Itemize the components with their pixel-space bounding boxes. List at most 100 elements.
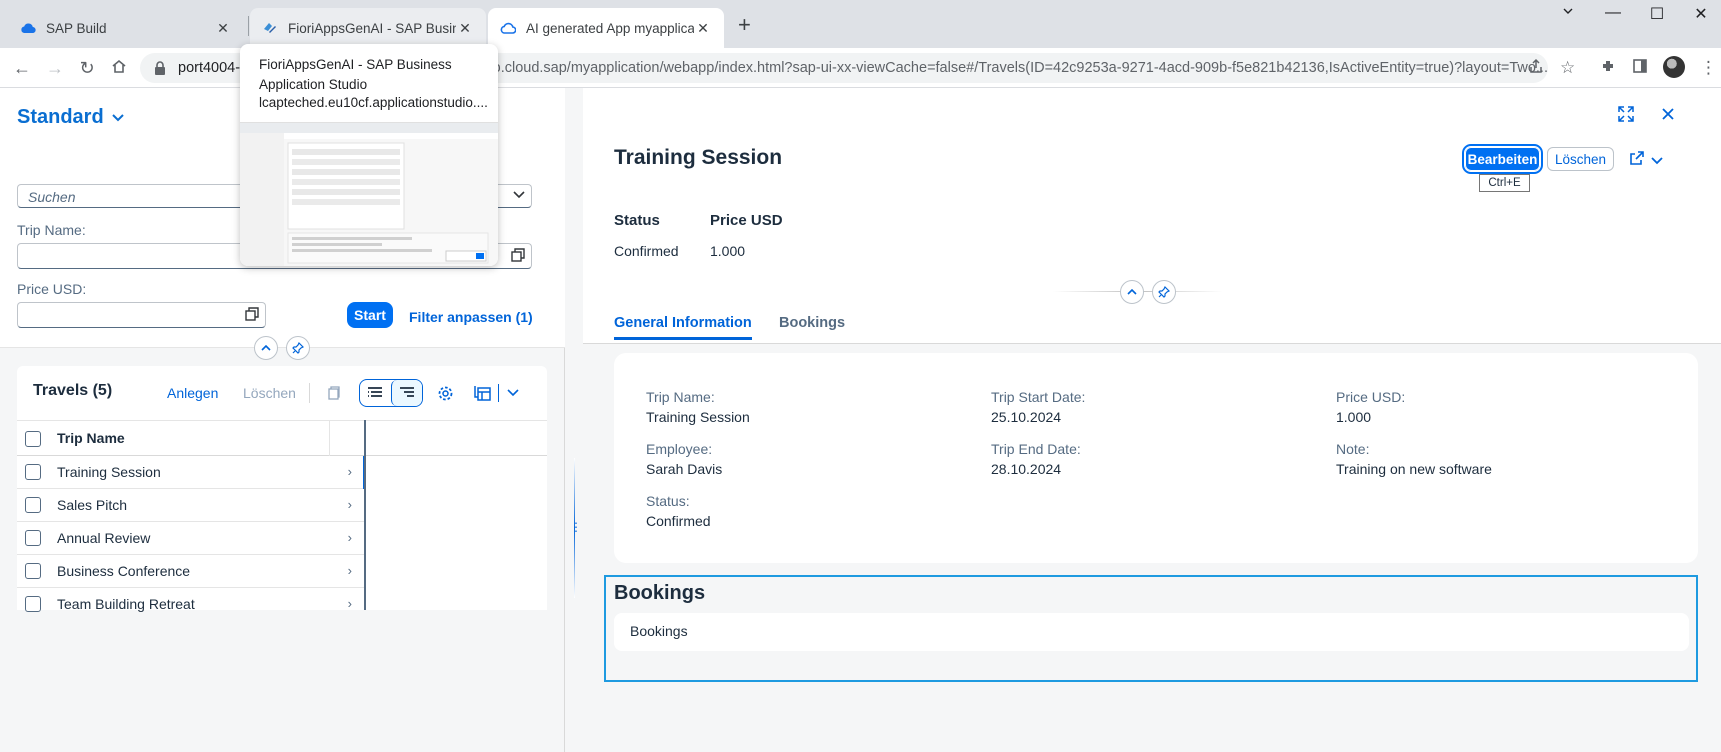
employee-label: Employee: — [646, 441, 713, 457]
tab-fioriappsgenai[interactable]: FioriAppsGenAI - SAP Business A ✕ — [250, 8, 486, 48]
go-button[interactable]: Start — [347, 302, 393, 328]
row-checkbox[interactable] — [25, 497, 41, 513]
sidepanel-icon[interactable] — [1632, 58, 1648, 79]
table-row[interactable]: Training Session › — [17, 456, 366, 489]
home-icon[interactable] — [109, 58, 129, 79]
object-page-pane: Training Session Bearbeiten Löschen Ctrl… — [583, 88, 1721, 752]
menu-kebab-icon[interactable]: ⋮ — [1700, 58, 1717, 78]
trip-name-cell: Sales Pitch — [57, 497, 128, 513]
trip-name-cell: Annual Review — [57, 530, 151, 546]
chevron-right-icon[interactable]: › — [348, 464, 352, 479]
value-help-icon[interactable] — [245, 307, 259, 321]
chevron-down-icon — [111, 110, 124, 125]
note-label: Note: — [1336, 441, 1370, 457]
bookings-section: Bookings Bookings — [604, 575, 1698, 682]
edit-button[interactable]: Bearbeiten — [1462, 144, 1543, 174]
tab-title: AI generated App myapplication — [526, 20, 694, 36]
create-button[interactable]: Anlegen — [167, 385, 218, 401]
fullscreen-icon[interactable] — [1618, 106, 1634, 127]
chevron-right-icon[interactable]: › — [348, 530, 352, 545]
settings-gear-icon[interactable] — [435, 379, 455, 407]
value-help-icon[interactable] — [511, 248, 525, 262]
tab-separator — [248, 16, 249, 36]
table-row[interactable]: Business Conference › — [17, 555, 364, 588]
tab-preview-thumbnail — [240, 122, 498, 266]
forward-icon[interactable]: → — [45, 58, 65, 79]
share-icon[interactable] — [1528, 58, 1544, 79]
chevron-down-icon[interactable] — [1651, 150, 1663, 170]
chevron-right-icon[interactable]: › — [348, 497, 352, 512]
adapt-filters-button[interactable]: Filter anpassen (1) — [409, 309, 533, 325]
hovercard-host: lcapteched.eu10cf.applicationstudio.... — [259, 95, 488, 110]
select-all-checkbox[interactable] — [25, 431, 41, 447]
trip-name-label: Trip Name: — [646, 389, 715, 405]
close-icon[interactable] — [1661, 106, 1675, 126]
close-icon[interactable]: ✕ — [214, 20, 232, 37]
close-icon[interactable]: ✕ — [456, 20, 474, 37]
reload-icon[interactable]: ↻ — [77, 58, 97, 79]
extensions-icon[interactable] — [1600, 58, 1616, 79]
tab-hovercard: FioriAppsGenAI - SAP Business Applicatio… — [240, 44, 498, 266]
close-icon[interactable]: ✕ — [694, 20, 712, 37]
travels-table: Travels (5) Anlegen Löschen Trip Name Tr… — [17, 366, 547, 612]
pin-header-button[interactable] — [1152, 280, 1176, 304]
kpi-status-value: Confirmed — [614, 243, 679, 259]
copy-icon[interactable] — [323, 379, 343, 407]
bookings-content: Bookings — [630, 623, 688, 639]
toolbar-separator — [496, 379, 502, 407]
cloud-icon — [20, 20, 36, 36]
row-checkbox[interactable] — [25, 464, 41, 480]
tree-view-icon[interactable] — [390, 380, 422, 406]
chevron-down-icon[interactable] — [505, 379, 521, 407]
bookmark-star-icon[interactable]: ☆ — [1560, 58, 1575, 78]
status-label: Status: — [646, 493, 690, 509]
layout-splitter[interactable]: ⋮⋮ — [567, 88, 592, 752]
column-header-trip-name[interactable]: Trip Name — [57, 430, 125, 446]
share-icon[interactable] — [1629, 150, 1645, 171]
maximize-button[interactable]: ☐ — [1634, 4, 1680, 24]
back-icon[interactable]: ← — [12, 58, 32, 79]
tab-sap-build[interactable]: SAP Build ✕ — [8, 8, 244, 48]
chevron-right-icon[interactable]: › — [348, 596, 352, 611]
tab-bookings[interactable]: Bookings — [779, 315, 845, 331]
tab-ai-generated-app[interactable]: AI generated App myapplication ✕ — [488, 8, 724, 48]
row-checkbox[interactable] — [25, 530, 41, 546]
export-spreadsheet-icon[interactable] — [472, 379, 492, 407]
pin-header-button[interactable] — [286, 336, 310, 360]
collapse-header-button[interactable] — [1120, 280, 1144, 304]
chevron-right-icon[interactable]: › — [348, 563, 352, 578]
new-tab-button[interactable]: + — [738, 12, 751, 38]
price-usd-filter-input[interactable] — [17, 302, 266, 328]
price-usd-label: Price USD: — [17, 281, 87, 297]
view-toggle[interactable] — [359, 379, 423, 407]
table-row[interactable]: Annual Review › — [17, 522, 364, 555]
kpi-price-value: 1.000 — [710, 243, 746, 259]
row-checkbox[interactable] — [25, 563, 41, 579]
row-checkbox[interactable] — [25, 596, 41, 612]
chevron-down-icon[interactable] — [513, 188, 525, 202]
table-row[interactable]: Team Building Retreat › — [17, 588, 364, 621]
profile-avatar[interactable] — [1663, 56, 1685, 78]
list-view-icon[interactable] — [360, 380, 391, 406]
trip-name-cell: Team Building Retreat — [57, 596, 195, 612]
tab-general-information[interactable]: General Information — [614, 315, 752, 340]
trip-name-label: Trip Name: — [17, 222, 86, 238]
search-placeholder: Suchen — [28, 189, 76, 205]
status-value: Confirmed — [646, 513, 711, 529]
trip-start-date-label: Trip Start Date: — [991, 389, 1086, 405]
collapse-header-button[interactable] — [254, 336, 278, 360]
delete-button[interactable]: Löschen — [243, 385, 296, 401]
bas-icon — [262, 20, 278, 36]
table-row[interactable]: Sales Pitch › — [17, 489, 364, 522]
price-usd-label: Price USD: — [1336, 389, 1406, 405]
shortcut-tooltip: Ctrl+E — [1479, 174, 1530, 192]
delete-button[interactable]: Löschen — [1547, 147, 1614, 171]
variant-selector[interactable]: Standard — [17, 106, 124, 129]
price-usd-value: 1.000 — [1336, 409, 1372, 425]
close-window-button[interactable]: ✕ — [1678, 4, 1721, 24]
minimize-button[interactable] — [1545, 4, 1591, 24]
table-title: Travels (5) — [33, 382, 113, 399]
minimize-window-button[interactable]: — — [1590, 4, 1636, 24]
url-path: dio.cloud.sap/myapplication/webapp/index… — [481, 60, 1548, 76]
tab-title: SAP Build — [46, 20, 107, 36]
